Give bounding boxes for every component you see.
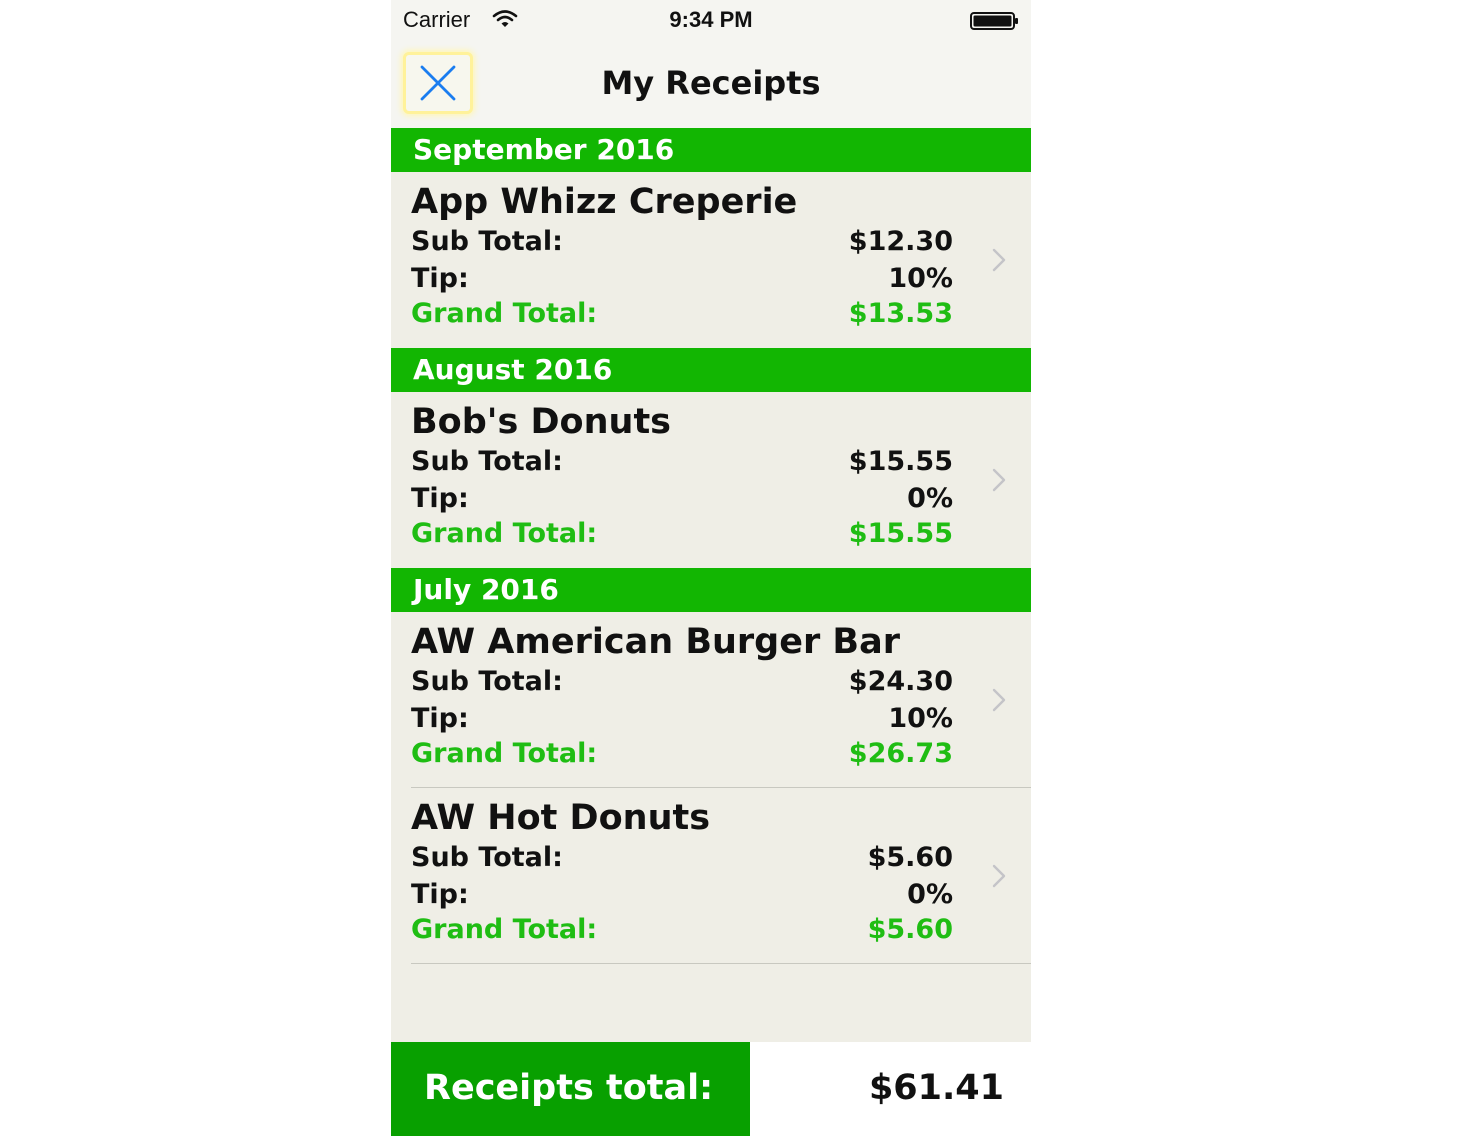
tip-line: Tip: 10% bbox=[411, 263, 953, 295]
phone-screen: Carrier 9:34 PM My Receipts September 20… bbox=[391, 0, 1031, 1136]
receipt-row[interactable]: AW American Burger Bar Sub Total: $24.30… bbox=[391, 612, 1031, 788]
battery-icon bbox=[970, 12, 1018, 30]
tip-label: Tip: bbox=[411, 879, 469, 910]
section-header-september-2016: September 2016 bbox=[391, 128, 1031, 172]
section-header-july-2016: July 2016 bbox=[391, 568, 1031, 612]
grand-total-line: Grand Total: $15.55 bbox=[411, 518, 953, 550]
navigation-bar: My Receipts bbox=[391, 40, 1031, 129]
grand-total-line: Grand Total: $5.60 bbox=[411, 914, 953, 946]
receipt-row[interactable]: App Whizz Creperie Sub Total: $12.30 Tip… bbox=[391, 172, 1031, 348]
grand-total-line: Grand Total: $26.73 bbox=[411, 738, 953, 770]
tip-line: Tip: 10% bbox=[411, 703, 953, 735]
tip-label: Tip: bbox=[411, 703, 469, 734]
sub-total-line: Sub Total: $12.30 bbox=[411, 226, 953, 258]
sub-total-line: Sub Total: $5.60 bbox=[411, 842, 953, 874]
tip-line: Tip: 0% bbox=[411, 879, 953, 911]
grand-total-label: Grand Total: bbox=[411, 738, 598, 769]
tip-value: 10% bbox=[888, 263, 953, 294]
grand-total-label: Grand Total: bbox=[411, 298, 598, 329]
grand-total-label: Grand Total: bbox=[411, 518, 598, 549]
page-title: My Receipts bbox=[601, 64, 821, 102]
row-divider bbox=[411, 963, 1031, 964]
chevron-right-icon bbox=[992, 248, 1006, 272]
receipt-row[interactable]: Bob's Donuts Sub Total: $15.55 Tip: 0% G… bbox=[391, 392, 1031, 568]
sub-total-label: Sub Total: bbox=[411, 446, 563, 477]
receipts-total-value: $61.41 bbox=[868, 1068, 1004, 1108]
tip-line: Tip: 0% bbox=[411, 483, 953, 515]
grand-total-value: $15.55 bbox=[848, 518, 953, 549]
grand-total-value: $5.60 bbox=[867, 914, 953, 945]
tip-value: 10% bbox=[888, 703, 953, 734]
sub-total-line: Sub Total: $15.55 bbox=[411, 446, 953, 478]
restaurant-name: App Whizz Creperie bbox=[411, 182, 798, 222]
sub-total-value: $5.60 bbox=[867, 842, 953, 873]
tip-label: Tip: bbox=[411, 483, 469, 514]
receipts-total-value-box: $61.41 bbox=[750, 1042, 1031, 1136]
status-time: 9:34 PM bbox=[669, 7, 753, 32]
sub-total-label: Sub Total: bbox=[411, 226, 563, 257]
receipt-row[interactable]: AW Hot Donuts Sub Total: $5.60 Tip: 0% G… bbox=[391, 788, 1031, 964]
sub-total-value: $24.30 bbox=[848, 666, 953, 697]
receipts-list[interactable]: September 2016 App Whizz Creperie Sub To… bbox=[391, 128, 1031, 964]
section-header-august-2016: August 2016 bbox=[391, 348, 1031, 392]
chevron-right-icon bbox=[992, 688, 1006, 712]
receipts-total-label-box: Receipts total: bbox=[391, 1042, 750, 1136]
restaurant-name: AW American Burger Bar bbox=[411, 622, 900, 662]
grand-total-value: $26.73 bbox=[848, 738, 953, 769]
grand-total-value: $13.53 bbox=[848, 298, 953, 329]
sub-total-value: $12.30 bbox=[848, 226, 953, 257]
grand-total-line: Grand Total: $13.53 bbox=[411, 298, 953, 330]
chevron-right-icon bbox=[992, 864, 1006, 888]
tip-label: Tip: bbox=[411, 263, 469, 294]
receipts-total-label: Receipts total: bbox=[424, 1068, 714, 1108]
sub-total-value: $15.55 bbox=[848, 446, 953, 477]
sub-total-label: Sub Total: bbox=[411, 666, 563, 697]
grand-total-label: Grand Total: bbox=[411, 914, 598, 945]
tip-value: 0% bbox=[907, 483, 953, 514]
chevron-right-icon bbox=[992, 468, 1006, 492]
restaurant-name: Bob's Donuts bbox=[411, 402, 672, 442]
sub-total-line: Sub Total: $24.30 bbox=[411, 666, 953, 698]
sub-total-label: Sub Total: bbox=[411, 842, 563, 873]
status-bar: Carrier 9:34 PM bbox=[391, 0, 1031, 40]
tip-value: 0% bbox=[907, 879, 953, 910]
restaurant-name: AW Hot Donuts bbox=[411, 798, 711, 838]
